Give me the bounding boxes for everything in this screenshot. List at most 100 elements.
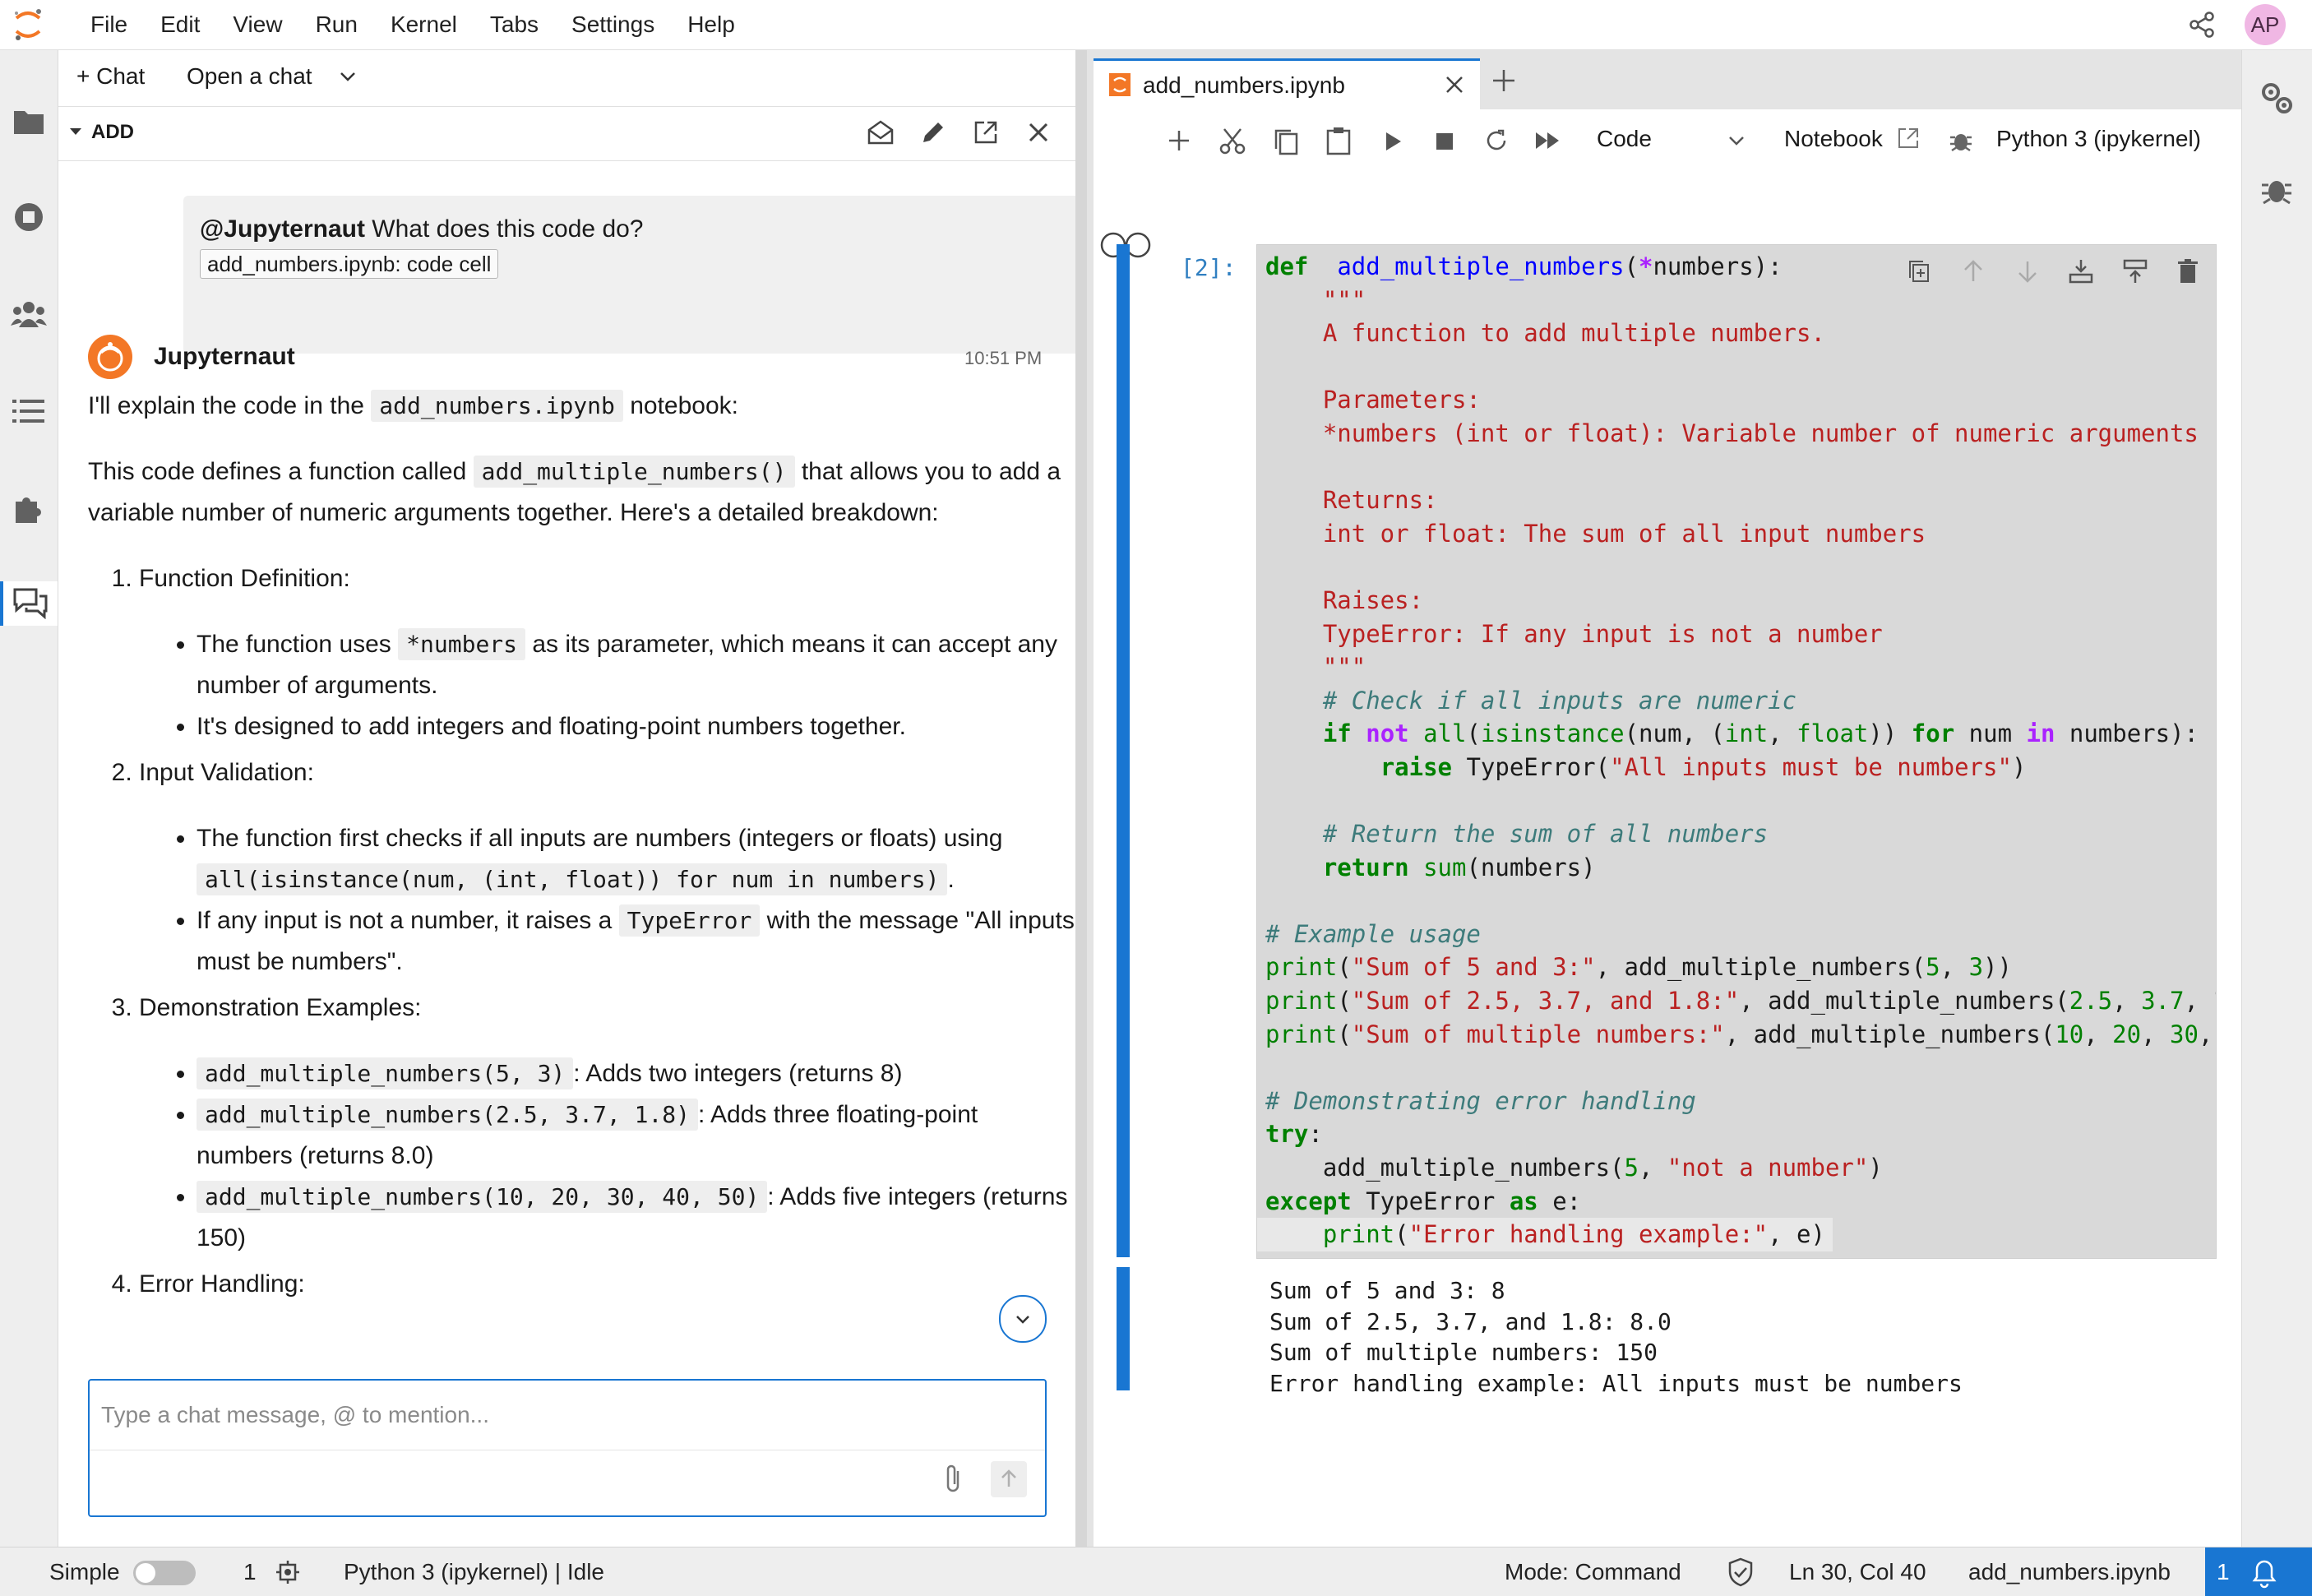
chat-toolbar: + Chat Open a chat bbox=[58, 50, 1075, 107]
code-line: # Check if all inputs are numeric bbox=[1265, 686, 1797, 715]
list-item: The function uses *numbers as its parame… bbox=[197, 624, 1075, 706]
shield-check-icon[interactable] bbox=[1727, 1557, 1755, 1591]
open-chat-select[interactable]: Open a chat bbox=[187, 63, 312, 90]
edit-icon[interactable] bbox=[917, 116, 950, 149]
running-icon[interactable] bbox=[7, 195, 51, 239]
kernel-name[interactable]: Python 3 (ipykernel) bbox=[1996, 126, 2201, 152]
fast-forward-icon[interactable] bbox=[1534, 129, 1562, 156]
duplicate-cell-icon[interactable] bbox=[1907, 258, 1931, 289]
run-icon[interactable] bbox=[1381, 129, 1404, 158]
debugger-icon[interactable] bbox=[2260, 173, 2293, 210]
output-line: Sum of 2.5, 3.7, and 1.8: 8.0 bbox=[1269, 1307, 1672, 1335]
new-tab-icon[interactable] bbox=[1490, 67, 1518, 99]
send-button[interactable] bbox=[991, 1461, 1027, 1497]
caret-down-icon[interactable] bbox=[68, 124, 83, 143]
mark-read-icon[interactable] bbox=[864, 116, 897, 149]
code-line: # Demonstrating error handling bbox=[1265, 1086, 1696, 1115]
code-line: print("Sum of multiple numbers:", add_mu… bbox=[1265, 1020, 2213, 1048]
chevron-down-icon[interactable] bbox=[338, 67, 358, 90]
left-activity-bar bbox=[0, 50, 58, 1547]
menu-kernel[interactable]: Kernel bbox=[374, 12, 474, 38]
move-up-icon[interactable] bbox=[1961, 258, 1986, 289]
paste-icon[interactable] bbox=[1325, 126, 1352, 160]
cursor-position[interactable]: Ln 30, Col 40 bbox=[1789, 1547, 1926, 1596]
panel-splitter[interactable] bbox=[1075, 50, 1087, 1547]
code-line: *numbers (int or float): Variable number… bbox=[1265, 419, 2199, 447]
insert-above-icon[interactable] bbox=[2122, 258, 2148, 289]
cell-output: Sum of 5 and 3: 8 Sum of 2.5, 3.7, and 1.… bbox=[1269, 1275, 2215, 1407]
close-icon[interactable] bbox=[1022, 116, 1055, 149]
kernel-status[interactable]: Python 3 (ipykernel) | Idle bbox=[344, 1547, 604, 1596]
menu-run[interactable]: Run bbox=[299, 12, 374, 38]
terminal-count[interactable]: 1 bbox=[243, 1547, 257, 1596]
code-line: print("Sum of 5 and 3:", add_multiple_nu… bbox=[1265, 953, 2012, 982]
menu-help[interactable]: Help bbox=[671, 12, 751, 38]
list-item: Function Definition: The function uses *… bbox=[139, 558, 1075, 747]
input-collapser[interactable] bbox=[1117, 244, 1130, 1257]
restart-icon[interactable] bbox=[1483, 127, 1510, 158]
menu-tabs[interactable]: Tabs bbox=[474, 12, 555, 38]
share-icon[interactable] bbox=[2187, 10, 2217, 39]
notification-count: 1 bbox=[2217, 1558, 2230, 1584]
delete-cell-icon[interactable] bbox=[2176, 258, 2199, 289]
code-line: int or float: The sum of all input numbe… bbox=[1265, 519, 1926, 548]
notebook-label[interactable]: Notebook bbox=[1784, 126, 1883, 152]
chat-icon[interactable] bbox=[0, 581, 58, 626]
folder-icon[interactable] bbox=[7, 99, 51, 144]
output-line: Error handling example: All inputs must … bbox=[1269, 1369, 1963, 1397]
users-icon[interactable] bbox=[7, 292, 51, 336]
menu-edit[interactable]: Edit bbox=[144, 12, 216, 38]
copy-icon[interactable] bbox=[1273, 127, 1299, 160]
scroll-to-bottom-button[interactable] bbox=[999, 1295, 1047, 1343]
list-item: Error Handling: bbox=[139, 1264, 1075, 1305]
chevron-down-icon[interactable] bbox=[1727, 131, 1746, 155]
list-item: Demonstration Examples: add_multiple_num… bbox=[139, 988, 1075, 1259]
table-of-contents-icon[interactable] bbox=[7, 389, 51, 433]
kernel-gear-icon[interactable] bbox=[275, 1559, 301, 1589]
list-item: The function first checks if all inputs … bbox=[197, 818, 1075, 900]
chat-title: ADD bbox=[91, 121, 134, 143]
tab-bar: add_numbers.ipynb bbox=[1087, 50, 2241, 112]
list-item: add_multiple_numbers(10, 20, 30, 40, 50)… bbox=[197, 1177, 1075, 1259]
mention: @Jupyternaut bbox=[200, 215, 365, 243]
bug-icon[interactable] bbox=[1949, 127, 1973, 158]
tab-add-numbers[interactable]: add_numbers.ipynb bbox=[1094, 58, 1480, 112]
right-activity-bar bbox=[2241, 50, 2312, 1547]
menu-view[interactable]: View bbox=[216, 12, 298, 38]
code-line: Raises: bbox=[1265, 585, 1424, 614]
close-tab-icon[interactable] bbox=[1444, 74, 1465, 99]
output-line: Sum of multiple numbers: 150 bbox=[1269, 1339, 1658, 1366]
move-down-icon[interactable] bbox=[2015, 258, 2040, 289]
menu-file[interactable]: File bbox=[74, 12, 144, 38]
extension-icon[interactable] bbox=[7, 486, 51, 530]
cell-type-select[interactable]: Code bbox=[1597, 126, 1652, 152]
new-chat-button[interactable]: + Chat bbox=[76, 63, 145, 90]
attachment-chip[interactable]: add_numbers.ipynb: code cell bbox=[200, 249, 499, 279]
property-inspector-icon[interactable] bbox=[2259, 80, 2295, 120]
code-line: print("Error handling example:", e) bbox=[1257, 1218, 1833, 1251]
insert-below-icon[interactable] bbox=[2068, 258, 2094, 289]
attach-icon[interactable] bbox=[941, 1463, 974, 1499]
add-cell-icon[interactable] bbox=[1166, 127, 1192, 158]
code-line: try: bbox=[1265, 1120, 1323, 1149]
status-bar: Simple 1 Python 3 (ipykernel) | Idle Mod… bbox=[0, 1547, 2312, 1596]
code-lines: def add_multiple_numbers(*numbers): """ … bbox=[1257, 250, 2216, 1253]
notifications-button[interactable]: 1 bbox=[2205, 1547, 2312, 1596]
main-menu: File Edit View Run Kernel Tabs Settings … bbox=[74, 0, 751, 49]
reply-intro: I'll explain the code in the add_numbers… bbox=[88, 386, 1075, 427]
stop-icon[interactable] bbox=[1434, 131, 1455, 156]
cut-icon[interactable] bbox=[1218, 127, 1246, 160]
menu-settings[interactable]: Settings bbox=[555, 12, 671, 38]
launch-icon[interactable] bbox=[1896, 126, 1921, 155]
output-line: Sum of 5 and 3: 8 bbox=[1269, 1277, 1505, 1304]
current-filename: add_numbers.ipynb bbox=[1968, 1558, 2171, 1584]
chat-input[interactable]: Type a chat message, @ to mention... bbox=[88, 1379, 1047, 1517]
output-collapser[interactable] bbox=[1117, 1267, 1130, 1390]
open-in-main-area-icon[interactable] bbox=[969, 116, 1002, 149]
code-editor[interactable]: def add_multiple_numbers(*numbers): """ … bbox=[1256, 244, 2217, 1259]
simple-mode-toggle[interactable] bbox=[133, 1561, 196, 1585]
chat-panel: + Chat Open a chat ADD @Jupyternaut What… bbox=[58, 50, 1103, 1547]
user-avatar[interactable]: AP bbox=[2245, 4, 2286, 45]
